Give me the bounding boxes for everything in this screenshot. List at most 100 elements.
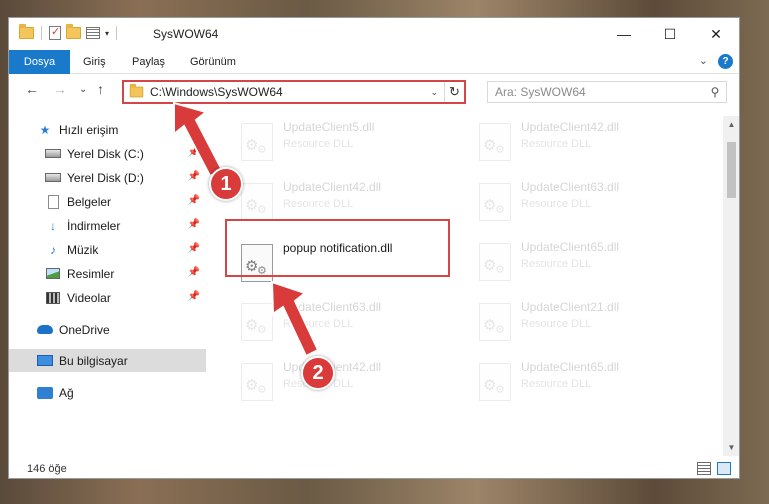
pin-icon[interactable]: 📌 [188,243,200,254]
status-bar: 146 öğe [9,458,739,478]
callout-step-1: 1 [209,167,243,201]
forward-button[interactable]: → [53,81,67,97]
tab-share[interactable]: Paylaş [132,50,165,74]
ribbon-right: ⌄ ? [699,54,733,69]
dll-file-icon [241,183,273,221]
view-icon[interactable] [86,27,100,39]
file-item[interactable]: UpdateClient65.dll Resource DLL [471,356,701,412]
tab-file[interactable]: Dosya [9,50,70,74]
scroll-up-icon[interactable]: ▲ [723,116,739,133]
file-name: UpdateClient65.dll [521,360,620,374]
pin-icon[interactable]: 📌 [188,219,200,230]
expand-ribbon-button[interactable]: ⌄ [699,54,708,69]
folder-icon [129,83,144,98]
sidebar-item-music[interactable]: ♪ Müzik 📌 [9,238,206,261]
file-item[interactable]: UpdateClient42.dll Resource DLL [471,116,701,172]
search-box[interactable]: ⚲ [487,81,727,103]
sidebar-item-label: Videolar [67,290,111,305]
maximize-button[interactable]: ☐ [647,18,693,50]
drive-icon [45,147,61,161]
dll-file-icon [479,303,511,341]
item-count: 146 öğe [27,463,67,475]
file-item[interactable]: UpdateClient21.dll Resource DLL [471,296,701,352]
search-icon[interactable]: ⚲ [704,85,726,99]
music-icon: ♪ [50,242,56,257]
dll-file-icon [479,183,511,221]
pin-icon[interactable]: 📌 [188,291,200,302]
back-button[interactable]: ← [25,81,39,97]
scroll-down-icon[interactable]: ▼ [723,439,739,456]
file-name: UpdateClient63.dll [283,300,382,314]
new-folder-icon[interactable] [66,24,81,39]
file-name: UpdateClient42.dll [283,180,382,194]
sidebar-item-videos[interactable]: Videolar 📌 [9,286,206,309]
highlight-box [225,219,450,277]
title-bar: ▾ SysWOW64 — ☐ ✕ [9,18,739,50]
file-type: Resource DLL [283,318,354,330]
properties-icon[interactable] [49,25,61,40]
sidebar-item-label: Resimler [67,266,115,281]
sidebar-item-quick-access[interactable]: ★ Hızlı erişim [9,118,206,141]
file-type: Resource DLL [521,138,592,150]
minimize-button[interactable]: — [601,18,647,50]
file-type: Resource DLL [521,258,592,270]
sidebar-item-this-pc[interactable]: Bu bilgisayar [9,349,206,372]
file-item[interactable]: UpdateClient63.dll Resource DLL [471,176,701,232]
sidebar-item-pictures[interactable]: Resimler 📌 [9,262,206,285]
pin-icon[interactable]: 📌 [188,147,200,158]
file-item[interactable]: UpdateClient5.dll Resource DLL [233,116,463,172]
close-button[interactable]: ✕ [693,18,739,50]
address-path[interactable]: C:\Windows\SysWOW64 [150,85,430,99]
computer-icon [37,354,53,368]
dll-file-icon [479,243,511,281]
pin-icon[interactable]: 📌 [188,195,200,206]
file-name: UpdateClient63.dll [521,180,620,194]
up-button[interactable]: ↑ [97,81,104,97]
details-view-icon[interactable] [697,462,711,475]
sidebar-item-label: Bu bilgisayar [59,353,128,368]
sidebar-item-onedrive[interactable]: OneDrive [9,318,206,341]
separator [41,26,42,40]
sidebar-item-label: Ağ [59,385,74,400]
tab-home[interactable]: Giriş [83,50,106,74]
sidebar-item-local-disk-c[interactable]: Yerel Disk (C:) 📌 [9,142,206,165]
search-input[interactable] [495,85,704,99]
file-type: Resource DLL [283,138,354,150]
sidebar-item-downloads[interactable]: ↓ İndirmeler 📌 [9,214,206,237]
dll-file-icon [241,123,273,161]
file-item[interactable]: UpdateClient63.dll Resource DLL [233,296,463,352]
window-controls: — ☐ ✕ [601,18,739,50]
file-name: UpdateClient65.dll [521,240,620,254]
file-item[interactable]: UpdateClient42.dllResource DLL [233,356,463,412]
refresh-button[interactable]: ↻ [444,82,464,102]
sidebar-item-label: Müzik [67,242,99,257]
sidebar-item-network[interactable]: Ağ [9,381,206,404]
scroll-thumb[interactable] [727,142,736,198]
sidebar-item-label: Yerel Disk (D:) [67,170,144,185]
separator [116,26,118,40]
sidebar-item-label: Belgeler [67,194,112,209]
pin-icon[interactable]: 📌 [188,267,200,278]
tab-view[interactable]: Görünüm [190,50,236,74]
recent-locations-button[interactable]: ⌄ [79,84,87,95]
vertical-scrollbar[interactable]: ▲ ▼ [723,116,739,456]
file-type: Resource DLL [521,378,592,390]
navigation-pane: ★ Hızlı erişim Yerel Disk (C:) 📌 Yerel D… [9,116,206,456]
customize-toolbar-icon[interactable]: ▾ [105,29,109,38]
file-name: UpdateClient42.dll [521,120,620,134]
dll-file-icon [241,363,273,401]
pin-icon[interactable]: 📌 [188,171,200,182]
file-name: UpdateClient5.dll [283,120,375,134]
file-item[interactable]: UpdateClient65.dll Resource DLL [471,236,701,292]
sidebar-item-local-disk-d[interactable]: Yerel Disk (D:) 📌 [9,166,206,189]
sidebar-item-label: İndirmeler [67,218,121,233]
drive-icon [45,171,61,185]
address-dropdown-icon[interactable]: ⌄ [430,87,438,98]
address-bar[interactable]: C:\Windows\SysWOW64 ⌄ ↻ [122,80,466,104]
help-icon[interactable]: ? [718,54,733,69]
network-icon [37,386,53,400]
documents-icon [45,194,61,209]
ribbon: Dosya Giriş Paylaş Görünüm ⌄ ? [9,50,739,74]
sidebar-item-documents[interactable]: Belgeler 📌 [9,190,206,213]
tiles-view-icon[interactable] [717,462,731,475]
